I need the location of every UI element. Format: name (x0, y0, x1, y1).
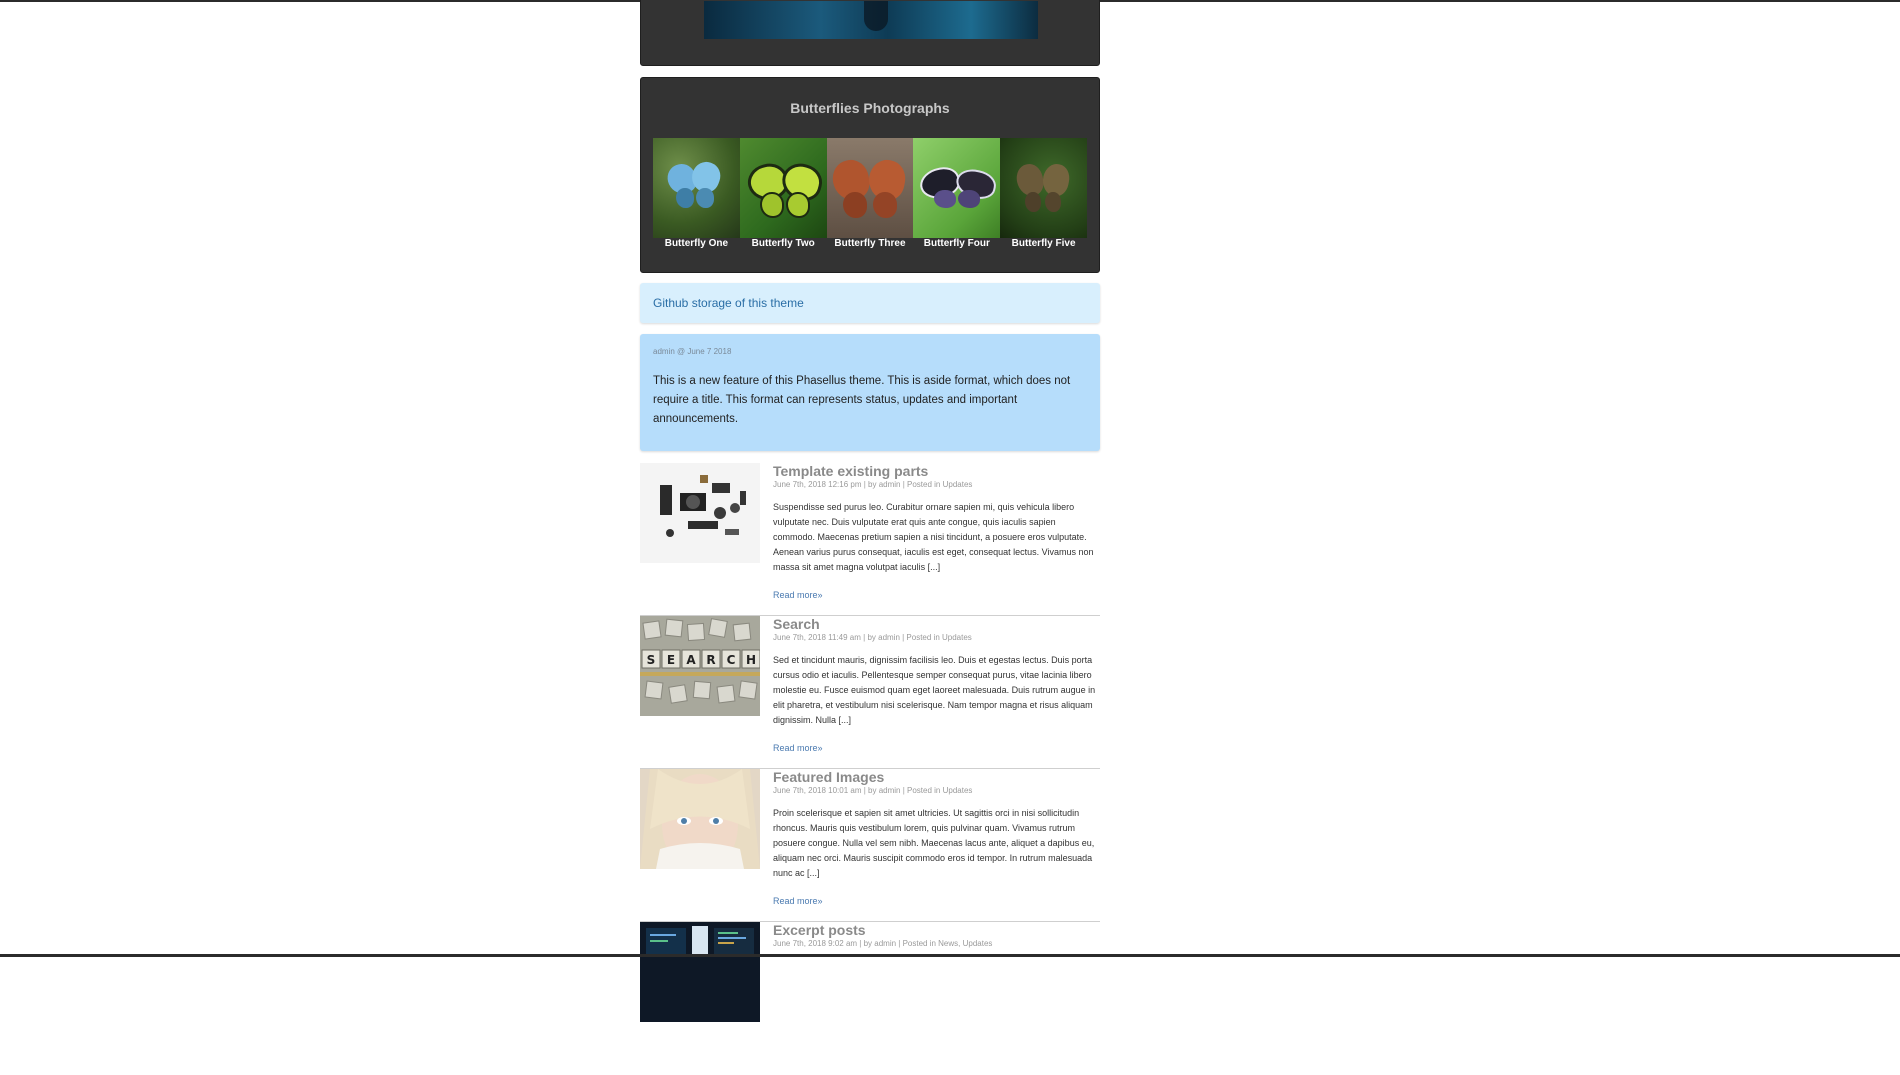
gallery-widget: Butterflies Photographs Butterfly One Bu… (640, 77, 1100, 273)
post-thumbnail[interactable] (640, 922, 760, 1022)
search-tiles-image: S E A R C H (640, 616, 760, 716)
face-portrait-image (640, 769, 760, 869)
post-meta: June 7th, 2018 10:01 am | by admin | Pos… (773, 786, 973, 795)
gallery-title: Butterflies Photographs (790, 100, 950, 116)
search-tile-letter: E (667, 653, 675, 667)
post-item: S E A R C H Search June 7th, 2018 11:49 … (640, 616, 1100, 769)
post-title[interactable]: Excerpt posts (773, 922, 866, 938)
search-tile-letter: C (727, 653, 736, 667)
search-tile-letter: S (647, 653, 656, 667)
gallery-strip (653, 138, 1087, 238)
post-thumbnail[interactable] (640, 463, 760, 563)
read-more-link[interactable]: Read more» (773, 590, 823, 600)
post-excerpt: Sed et tincidunt mauris, dignissim facil… (773, 655, 1096, 725)
gallery-item-butterfly-three[interactable] (826, 138, 914, 238)
butterfly-image (663, 158, 726, 218)
aside-post: admin @ June 7 2018 This is a new featur… (640, 334, 1100, 451)
search-tile-letter: R (706, 653, 715, 667)
post-thumbnail[interactable]: S E A R C H (640, 616, 760, 716)
read-more-link[interactable]: Read more» (773, 743, 823, 753)
post-item: Template existing parts June 7th, 2018 1… (640, 463, 1100, 616)
hero-image[interactable] (704, 1, 1038, 39)
gallery-caption[interactable]: Butterfly One (653, 238, 740, 249)
post-item: Featured Images June 7th, 2018 10:01 am … (640, 769, 1100, 922)
gallery-item-butterfly-one[interactable] (653, 138, 740, 238)
gallery-caption[interactable]: Butterfly Three (827, 238, 914, 249)
post-meta: June 7th, 2018 12:16 pm | by admin | Pos… (773, 480, 973, 489)
gallery-item-butterfly-four[interactable] (913, 138, 1001, 238)
camera-gear-image (660, 475, 746, 537)
gallery-caption[interactable]: Butterfly Two (740, 238, 827, 249)
post-meta: June 7th, 2018 9:02 am | by admin | Post… (773, 939, 993, 948)
post-title[interactable]: Featured Images (773, 769, 884, 785)
post-thumbnail[interactable] (640, 769, 760, 869)
read-more-link[interactable]: Read more» (773, 896, 823, 906)
butterfly-image (829, 156, 909, 220)
gallery-caption[interactable]: Butterfly Four (913, 238, 1000, 249)
search-tile-letter: H (746, 653, 756, 667)
github-storage-link[interactable]: Github storage of this theme (653, 296, 804, 310)
post-item: Excerpt posts June 7th, 2018 9:02 am | b… (640, 922, 1100, 1075)
gallery-caption[interactable]: Butterfly Five (1000, 238, 1087, 249)
aside-text: This is a new feature of this Phasellus … (653, 375, 1071, 425)
butterfly-image (744, 158, 827, 218)
search-tile-letter: A (686, 653, 696, 667)
post-meta: June 7th, 2018 11:49 am | by admin | Pos… (773, 633, 972, 642)
github-link-box: Github storage of this theme (640, 283, 1100, 323)
post-excerpt: Suspendisse sed purus leo. Curabitur orn… (773, 502, 1094, 572)
hero-panel (640, 0, 1100, 66)
post-title[interactable]: Template existing parts (773, 463, 928, 479)
butterfly-image (916, 160, 999, 216)
code-screens-image (640, 922, 760, 1022)
gallery-item-butterfly-two[interactable] (739, 138, 827, 238)
post-title[interactable]: Search (773, 616, 820, 632)
butterfly-image (1013, 158, 1073, 218)
gallery-item-butterfly-five[interactable] (1000, 138, 1087, 238)
aside-meta: admin @ June 7 2018 (653, 347, 732, 356)
post-excerpt: Proin scelerisque et sapien sit amet ult… (773, 808, 1095, 878)
